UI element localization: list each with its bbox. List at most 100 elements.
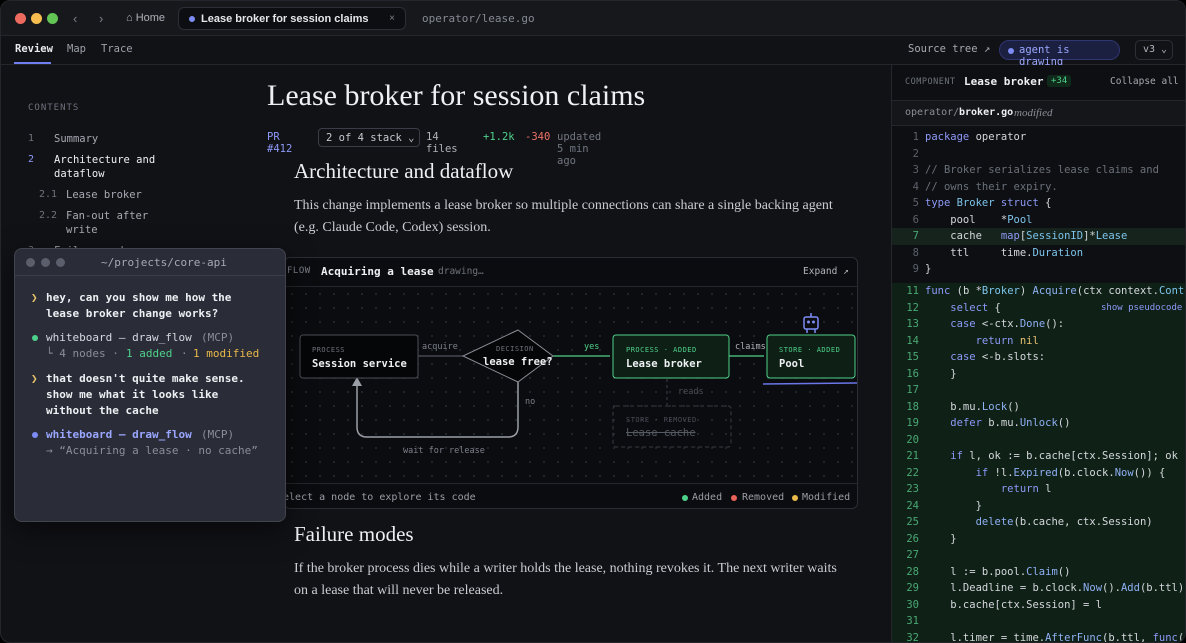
diagram-footer: Select a node to explore its code Added …	[285, 483, 857, 508]
tool-call-tag: (MCP)	[201, 331, 235, 344]
section-heading-failure-modes: Failure modes	[294, 522, 414, 546]
tab-review[interactable]: Review	[15, 43, 53, 55]
code-text: defer b.mu.Unlock()	[950, 417, 1071, 429]
show-pseudocode-link[interactable]: show pseudocode	[1101, 300, 1182, 317]
forward-arrow-icon[interactable]: ›	[99, 11, 103, 26]
collapse-all-button[interactable]: Collapse all	[1110, 76, 1179, 87]
code-line[interactable]: 1 package operator	[892, 129, 1185, 146]
component-label: COMPONENT	[905, 77, 956, 87]
prompt-chevron-icon: ❯	[31, 372, 38, 385]
line-number: 23	[906, 483, 919, 495]
code-line[interactable]: 29 l.Deadline = b.clock.Now().Add(b.ttl)	[892, 580, 1185, 597]
file-name[interactable]: broker.go	[959, 107, 1013, 118]
edge-label-reads: reads	[678, 387, 704, 397]
code-line[interactable]: 25 delete(b.cache, ctx.Session)	[892, 514, 1185, 531]
line-number: 25	[906, 516, 919, 528]
source-tree-link[interactable]: Source tree ↗	[908, 43, 990, 55]
code-line[interactable]: 5 type Broker struct {	[892, 195, 1185, 212]
code-line[interactable]: 20	[892, 431, 1185, 448]
code-line[interactable]: 15 case <-b.slots:	[892, 349, 1185, 366]
terminal-close-button[interactable]	[26, 258, 35, 267]
code-text: // owns their expiry.	[925, 180, 1058, 193]
terminal-window[interactable]: ~/projects/core-api ❯ hey, can you show …	[14, 248, 286, 522]
code-line[interactable]: 9}	[892, 261, 1185, 278]
version-select[interactable]: v3 ⌄	[1135, 40, 1173, 60]
tab-map[interactable]: Map	[67, 43, 86, 55]
pr-link[interactable]: PR #412	[267, 131, 292, 155]
diagram-title: Acquiring a lease	[321, 265, 434, 278]
file-status: modified	[1014, 107, 1053, 119]
back-arrow-icon[interactable]: ‹	[73, 11, 77, 26]
code-line[interactable]: 17	[892, 382, 1185, 399]
diagram-type-tag: FLOW	[287, 266, 311, 276]
code-text: cache map[SessionID]*Lease	[925, 230, 1128, 242]
file-dir: operator/	[905, 107, 960, 118]
maximize-window-button[interactable]	[47, 13, 58, 24]
code-line[interactable]: 6 pool *Pool	[892, 212, 1185, 229]
terminal-title-bar: ~/projects/core-api	[15, 249, 285, 276]
node-pool[interactable]	[766, 334, 856, 379]
code-line[interactable]: 31	[892, 613, 1185, 630]
code-line[interactable]: 19 defer b.mu.Unlock()	[892, 415, 1185, 432]
minimize-window-button[interactable]	[31, 13, 42, 24]
line-number: 12	[906, 301, 919, 314]
component-name: Lease broker	[964, 75, 1044, 88]
code-line[interactable]: 4 // owns their expiry.	[892, 179, 1185, 196]
code-panel: COMPONENT Lease broker +34 Collapse all …	[891, 65, 1185, 642]
code-text: }	[925, 532, 957, 545]
code-line[interactable]: 13 case <-ctx.Done():	[892, 316, 1185, 333]
code-line[interactable]: 2	[892, 146, 1185, 163]
node-session-service[interactable]	[299, 334, 419, 379]
code-line[interactable]: 8 ttl time.Duration	[892, 245, 1185, 262]
terminal-title: ~/projects/core-api	[101, 256, 227, 269]
home-tab[interactable]: ⌂ Home	[126, 12, 165, 24]
code-line[interactable]: 21 if l, ok := b.cache[ctx.Session]; ok …	[892, 448, 1185, 465]
node-label: lease free?	[483, 356, 553, 368]
code-line[interactable]: 16 }	[892, 365, 1185, 382]
code-line[interactable]: 28 l := b.pool.Claim()	[892, 563, 1185, 580]
toc-item-summary[interactable]: Summary	[54, 132, 98, 146]
code-line[interactable]: 27	[892, 547, 1185, 564]
code-line[interactable]: 11 func (b *Broker) Acquire(ctx context.C…	[892, 283, 1185, 300]
diagram-expand-button[interactable]: Expand ↗	[803, 266, 849, 277]
code-text: case <-b.slots:	[950, 351, 1046, 363]
node-kind-label: STORE · REMOVED	[626, 416, 697, 424]
terminal-maximize-button[interactable]	[56, 258, 65, 267]
code-line[interactable]: 30 b.cache[ctx.Session] = l	[892, 596, 1185, 613]
code-text: b.mu.Lock()	[925, 400, 1020, 413]
prompt-chevron-icon: ❯	[31, 291, 38, 304]
title-bar: ‹ › ⌂ Home Lease broker for session clai…	[1, 1, 1185, 36]
line-number: 24	[906, 499, 919, 512]
terminal-minimize-button[interactable]	[41, 258, 50, 267]
code-text: // Broker serializes lease claims and	[925, 164, 1159, 176]
code-line[interactable]: 18 b.mu.Lock()	[892, 398, 1185, 415]
line-number: 16	[906, 367, 919, 380]
code-line[interactable]: 22 if !l.Expired(b.clock.Now()) {	[892, 464, 1185, 481]
close-window-button[interactable]	[15, 13, 26, 24]
code-line[interactable]: 14 return nil	[892, 332, 1185, 349]
files-count: 14 files	[426, 131, 458, 155]
code-line[interactable]: 3 // Broker serializes lease claims and	[892, 162, 1185, 179]
tool-result-added: 1 added	[126, 347, 173, 360]
section-body-architecture: This change implements a lease broker so…	[294, 198, 833, 235]
tab-trace[interactable]: Trace	[101, 43, 133, 55]
code-line[interactable]: 24 }	[892, 497, 1185, 514]
stack-select[interactable]: 2 of 4 stack ⌄	[318, 128, 420, 147]
code-line[interactable]: 26 }	[892, 530, 1185, 547]
diagram-canvas[interactable]: PROCESS Session service DECISION lease f…	[285, 287, 857, 483]
edge-label-claims: claims	[735, 342, 766, 352]
file-path-tab[interactable]: operator/lease.go	[422, 12, 535, 25]
node-lease-broker[interactable]	[612, 334, 730, 379]
toc-number: 2	[28, 154, 35, 165]
code-line[interactable]: 12 select {show pseudocode	[892, 299, 1185, 317]
close-tab-icon[interactable]: ×	[389, 13, 395, 24]
code-line[interactable]: 32 l.timer = time.AfterFunc(b.ttl, func(…	[892, 629, 1185, 642]
toc-item-lease-broker[interactable]: Lease broker	[66, 188, 142, 202]
toc-item-fan-out[interactable]: Fan-out after write	[66, 209, 156, 237]
node-label: Pool	[779, 358, 805, 370]
code-line[interactable]: 23 return l	[892, 481, 1185, 498]
toc-item-architecture[interactable]: Architecture and dataflow	[54, 153, 164, 181]
code-text: }	[925, 367, 957, 380]
code-line[interactable]: 7 cache map[SessionID]*Lease	[892, 228, 1185, 245]
active-tab[interactable]: Lease broker for session claims ×	[178, 7, 406, 30]
